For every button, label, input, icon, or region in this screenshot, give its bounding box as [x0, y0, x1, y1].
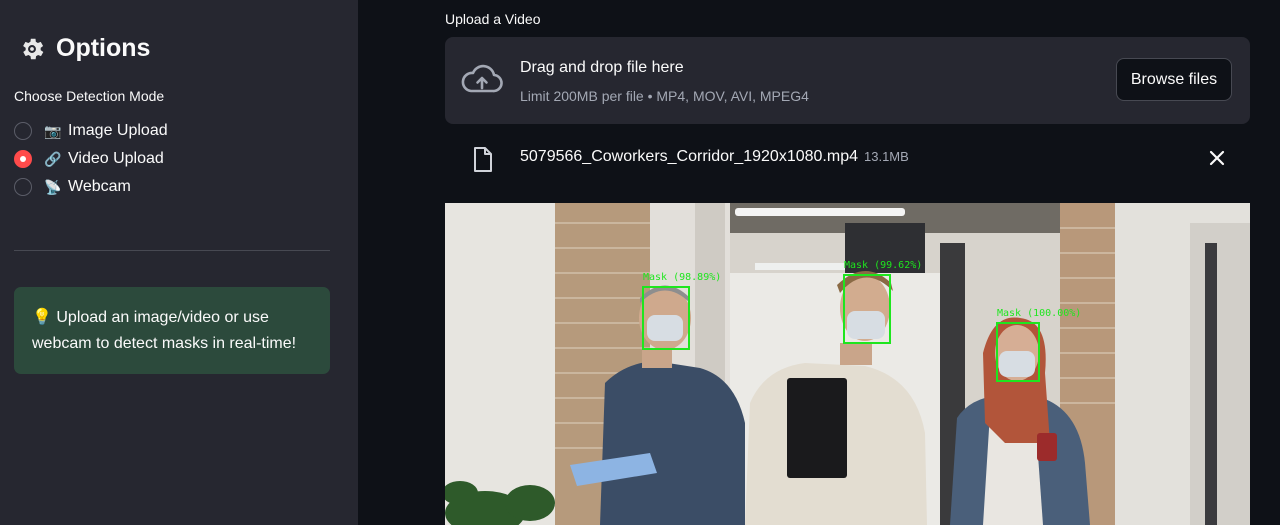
detection-mode-radio-group: 📷 Image Upload 🔗 Video Upload 📡 Webcam [14, 117, 168, 201]
video-frame: Mask (98.89%) Mask (99.62%) Mask (100.00… [445, 203, 1250, 525]
upload-label: Upload a Video [445, 11, 541, 27]
link-icon: 🔗 [44, 150, 62, 167]
file-name: 5079566_Coworkers_Corridor_1920x1080.mp4… [520, 148, 909, 166]
detection-label: Mask (100.00%) [997, 308, 1082, 319]
satellite-dish-icon: 📡 [44, 178, 62, 195]
info-alert: 💡 Upload an image/video or use webcam to… [14, 287, 330, 374]
uploaded-file-row: 5079566_Coworkers_Corridor_1920x1080.mp4… [445, 137, 1250, 181]
dropzone-title: Drag and drop file here [520, 59, 684, 76]
detection-mode-label: Choose Detection Mode [14, 88, 165, 104]
radio-option-image-upload[interactable]: 📷 Image Upload [14, 117, 168, 145]
video-scene [445, 203, 1250, 525]
info-text: Upload an image/video or use webcam to d… [32, 309, 297, 352]
browse-files-button[interactable]: Browse files [1116, 58, 1232, 101]
radio-option-webcam[interactable]: 📡 Webcam [14, 173, 168, 201]
lightbulb-icon: 💡 [32, 309, 52, 326]
sidebar-title-text: Options [56, 34, 151, 62]
camera-icon: 📷 [44, 122, 62, 139]
dropzone-subtitle: Limit 200MB per file • MP4, MOV, AVI, MP… [520, 88, 809, 104]
radio-label: Image Upload [68, 122, 168, 139]
file-icon [474, 147, 492, 172]
radio-button-selected[interactable] [14, 150, 32, 168]
file-size: 13.1MB [864, 149, 909, 164]
sidebar-divider [14, 250, 330, 251]
detection-label: Mask (99.62%) [844, 260, 923, 271]
sidebar: Options Choose Detection Mode 📷 Image Up… [0, 0, 358, 525]
radio-button[interactable] [14, 178, 32, 196]
radio-button[interactable] [14, 122, 32, 140]
file-name-text: 5079566_Coworkers_Corridor_1920x1080.mp4 [520, 148, 858, 165]
close-icon[interactable] [1206, 147, 1228, 169]
radio-label: Webcam [68, 178, 131, 195]
file-dropzone[interactable]: Drag and drop file here Limit 200MB per … [445, 37, 1250, 124]
detection-label: Mask (98.89%) [643, 272, 722, 283]
radio-option-video-upload[interactable]: 🔗 Video Upload [14, 145, 168, 173]
radio-label: Video Upload [68, 150, 164, 167]
cloud-upload-icon [461, 64, 503, 93]
sidebar-title: Options [18, 34, 150, 63]
gear-icon [23, 38, 44, 59]
